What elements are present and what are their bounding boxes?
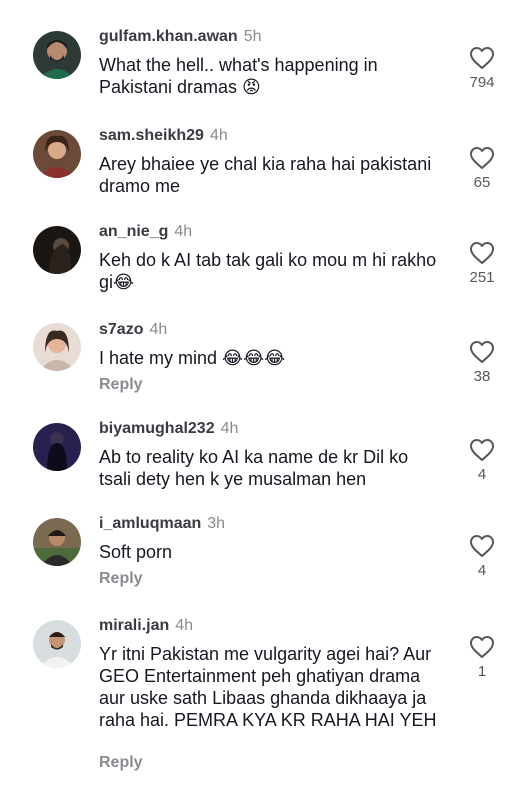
username[interactable]: s7azo [99, 321, 143, 338]
reply-button[interactable]: Reply [99, 375, 143, 395]
heart-outline-icon[interactable] [464, 635, 500, 659]
username[interactable]: sam.sheikh29 [99, 127, 204, 144]
comment-header: sam.sheikh29 4h [99, 126, 228, 146]
reply-button[interactable]: Reply [99, 753, 143, 773]
avatar[interactable] [33, 423, 81, 471]
like-button[interactable]: 4 [464, 438, 500, 484]
like-button[interactable]: 251 [464, 241, 500, 287]
heart-outline-icon[interactable] [464, 438, 500, 462]
username[interactable]: an_nie_g [99, 223, 168, 240]
username[interactable]: mirali.jan [99, 617, 169, 634]
like-count: 4 [477, 466, 487, 483]
timestamp: 4h [174, 223, 193, 240]
timestamp: 4h [175, 617, 194, 634]
like-count: 4 [477, 562, 487, 579]
like-count: 1 [477, 663, 487, 680]
like-count: 251 [469, 269, 495, 286]
like-button[interactable]: 1 [464, 635, 500, 681]
reply-button[interactable]: Reply [99, 569, 143, 589]
comment-text: Arey bhaiee ye chal kia raha hai pakista… [99, 154, 432, 196]
like-button[interactable]: 794 [464, 46, 500, 92]
timestamp: 5h [243, 28, 262, 45]
timestamp: 4h [209, 127, 228, 144]
comment-header: biyamughal232 4h [99, 419, 238, 439]
avatar[interactable] [33, 31, 81, 79]
like-button[interactable]: 38 [464, 340, 500, 386]
like-count: 65 [473, 174, 491, 191]
heart-outline-icon[interactable] [464, 46, 500, 70]
comment-header: gulfam.khan.awan 5h [99, 27, 262, 47]
timestamp: 3h [207, 515, 226, 532]
heart-outline-icon[interactable] [464, 241, 500, 265]
heart-outline-icon[interactable] [464, 534, 500, 558]
username[interactable]: gulfam.khan.awan [99, 28, 238, 45]
avatar[interactable] [33, 130, 81, 178]
avatar[interactable] [33, 620, 81, 668]
heart-outline-icon[interactable] [464, 340, 500, 364]
heart-outline-icon[interactable] [464, 146, 500, 170]
avatar[interactable] [33, 518, 81, 566]
like-button[interactable]: 4 [464, 534, 500, 580]
comment-header: an_nie_g 4h [99, 222, 192, 242]
timestamp: 4h [149, 321, 168, 338]
comment-text: Soft porn [99, 542, 173, 562]
comment-text: Keh do k AI tab tak gali ko mou m hi rak… [99, 250, 437, 292]
comment-text: What the hell.. what's happening in Paki… [99, 55, 378, 97]
username[interactable]: i_amluqmaan [99, 515, 201, 532]
comment-text: Yr itni Pakistan me vulgarity agei hai? … [99, 644, 437, 730]
comment-text: I hate my mind 😂😂😂 [99, 348, 286, 368]
comment-header: s7azo 4h [99, 320, 167, 340]
avatar[interactable] [33, 226, 81, 274]
comment-text: Ab to reality ko AI ka name de kr Dil ko… [99, 447, 409, 489]
comment-header: mirali.jan 4h [99, 616, 193, 636]
like-count: 38 [473, 368, 491, 385]
like-button[interactable]: 65 [464, 146, 500, 192]
username[interactable]: biyamughal232 [99, 420, 215, 437]
timestamp: 4h [220, 420, 239, 437]
comment-header: i_amluqmaan 3h [99, 514, 225, 534]
like-count: 794 [469, 74, 495, 91]
avatar[interactable] [33, 323, 81, 371]
